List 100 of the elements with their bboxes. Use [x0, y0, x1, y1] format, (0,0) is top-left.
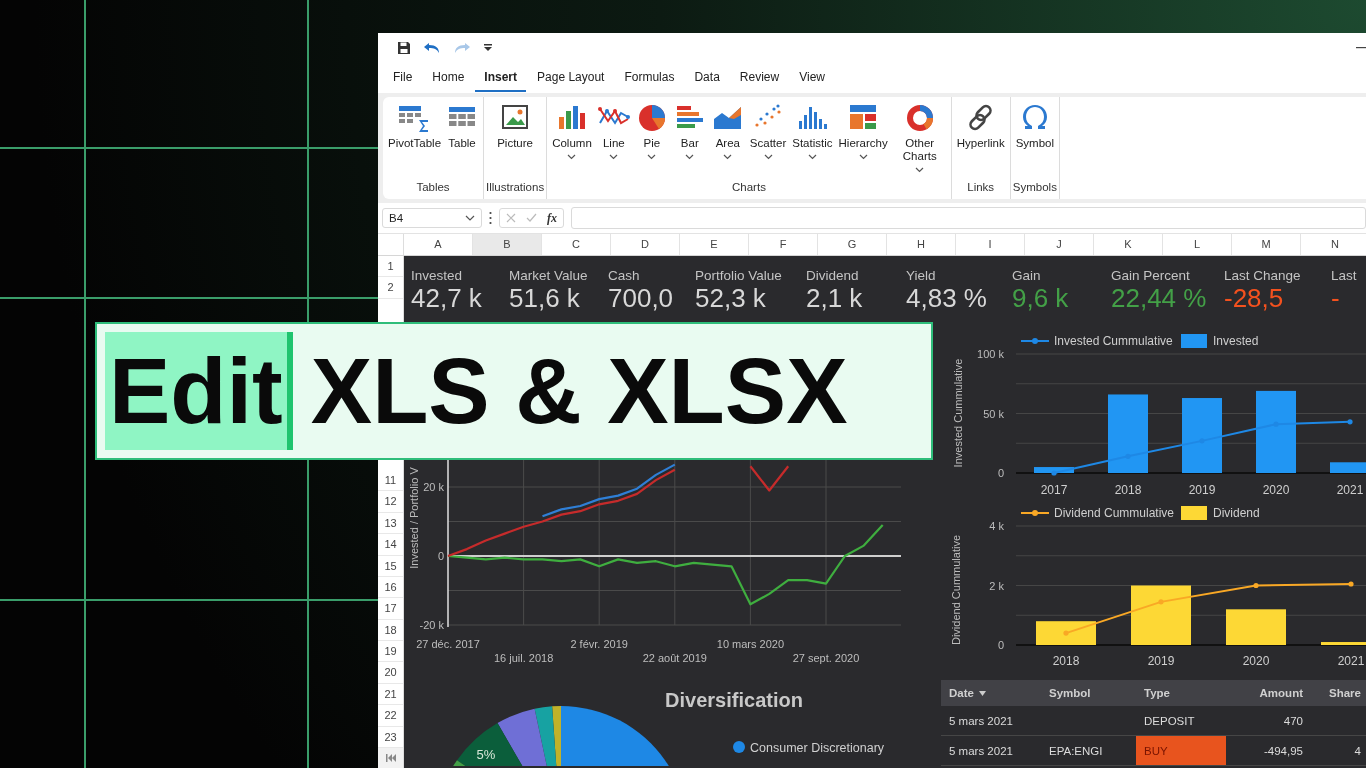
axis-tick-label: 2 k: [989, 579, 1004, 592]
caret-icon: [465, 215, 475, 221]
ribbon-button[interactable]: Picture: [494, 101, 536, 179]
ribbon-button[interactable]: Pie: [632, 101, 671, 179]
kpi-value: 700,0: [608, 283, 675, 313]
undo-icon[interactable]: [423, 41, 441, 55]
ribbon-button[interactable]: Area: [708, 101, 747, 179]
row-header[interactable]: 21: [378, 683, 403, 706]
row-header[interactable]: 20: [378, 662, 403, 684]
ribbon-button[interactable]: Hierarchy: [835, 101, 891, 179]
pivot-table-icon: [398, 103, 430, 133]
ribbon-button[interactable]: Table: [443, 101, 481, 179]
row-header[interactable]: 18: [378, 619, 403, 642]
axis-tick-label: 50 k: [983, 407, 1004, 420]
ribbon-button[interactable]: Other Charts: [890, 101, 949, 179]
column-heading[interactable]: Symbol: [1049, 687, 1091, 699]
column-header[interactable]: I: [956, 234, 1025, 255]
kpi-value: 9,6 k: [1012, 283, 1070, 313]
column-heading[interactable]: Amount: [1259, 687, 1303, 699]
axis-tick-label: 2021: [1337, 654, 1365, 668]
menu-tab[interactable]: Review: [730, 64, 789, 92]
chart-title: Diversification: [665, 689, 803, 711]
kpi-label: Portfolio Value: [695, 268, 783, 283]
kpi-label: Last Change: [1224, 268, 1302, 283]
kpi-label: Dividend: [806, 268, 860, 283]
column-header[interactable]: M: [1232, 234, 1301, 255]
row-header[interactable]: 1: [378, 256, 403, 278]
kpi-value: 42,7 k: [411, 283, 483, 313]
row-header[interactable]: 11: [378, 469, 403, 492]
kpi-label: Gain Percent: [1111, 268, 1191, 283]
column-header[interactable]: N: [1301, 234, 1366, 255]
menu-tab[interactable]: Page Layout: [528, 64, 614, 92]
drag-handle-icon[interactable]: [489, 211, 492, 225]
axis-tick-label: 10 mars 2020: [716, 638, 785, 650]
insert-function-button[interactable]: fx: [547, 210, 557, 226]
column-heading[interactable]: Date: [949, 687, 974, 699]
ribbon-button[interactable]: Statistic: [789, 101, 836, 179]
kpi-value: 2,1 k: [806, 283, 864, 313]
slice-label: 5%: [476, 747, 496, 762]
name-box[interactable]: B4: [382, 208, 482, 228]
row-header[interactable]: 17: [378, 598, 403, 620]
row-header[interactable]: 16: [378, 576, 403, 599]
column-header[interactable]: G: [818, 234, 887, 255]
group-label: Symbols: [1012, 181, 1057, 193]
group-label: Illustrations: [486, 181, 545, 193]
axis-tick-label: 2020: [1242, 654, 1270, 668]
first-sheet-icon[interactable]: [385, 754, 396, 762]
ribbon-button[interactable]: Bar: [670, 101, 709, 179]
column-header[interactable]: K: [1094, 234, 1163, 255]
column-header[interactable]: C: [542, 234, 611, 255]
sort-caret-icon[interactable]: [978, 690, 986, 696]
menu-tab[interactable]: Data: [685, 64, 729, 92]
ribbon-button[interactable]: Column: [549, 101, 595, 179]
column-header[interactable]: J: [1025, 234, 1094, 255]
column-heading[interactable]: Share: [1329, 687, 1361, 699]
ribbon-button[interactable]: Hyperlink: [953, 101, 1008, 179]
axis-tick-label: 22 août 2019: [642, 652, 707, 664]
column-header[interactable]: B: [473, 234, 542, 255]
row-header[interactable]: 13: [378, 512, 403, 535]
legend-label: Invested Cummulative: [1054, 334, 1173, 348]
kpi-value: -: [1331, 283, 1341, 313]
column-header[interactable]: H: [887, 234, 956, 255]
ribbon-button[interactable]: Scatter: [746, 101, 790, 179]
column-header[interactable]: L: [1163, 234, 1232, 255]
ribbon-button[interactable]: Symbol: [1012, 101, 1058, 179]
minimize-icon[interactable]: [1356, 46, 1366, 50]
menu-tab[interactable]: File: [384, 64, 422, 92]
menu-tab[interactable]: Insert: [475, 64, 527, 92]
highlighted-word: Edit: [105, 332, 293, 450]
row-header[interactable]: 19: [378, 641, 403, 663]
row-header[interactable]: 14: [378, 534, 403, 556]
table-cell: 5 mars 2021: [949, 714, 1013, 727]
table-cell: 4: [1354, 744, 1361, 757]
column-header[interactable]: E: [680, 234, 749, 255]
menu-tab[interactable]: View: [790, 64, 834, 92]
kpi-value: 22,44 %: [1111, 283, 1208, 313]
check-icon[interactable]: [526, 213, 537, 223]
banner-title: XLS & XLSX: [310, 338, 848, 444]
table-cell: DEPOSIT: [1144, 714, 1195, 727]
menu-tab[interactable]: Home: [423, 64, 474, 92]
bar: [1321, 642, 1366, 645]
row-header[interactable]: 2: [378, 277, 403, 299]
axis-tick-label: 0: [437, 550, 444, 562]
axis-tick-label: 2019: [1147, 654, 1175, 668]
row-header[interactable]: 12: [378, 491, 403, 513]
axis-tick-label: 2019: [1188, 483, 1216, 497]
column-header[interactable]: F: [749, 234, 818, 255]
column-heading[interactable]: Type: [1144, 687, 1170, 699]
save-icon[interactable]: [397, 41, 411, 55]
legend-label: Consumer Discretionary: [750, 741, 885, 755]
row-header[interactable]: 15: [378, 555, 403, 577]
column-header[interactable]: D: [611, 234, 680, 255]
row-header[interactable]: 22: [378, 705, 403, 727]
axis-tick-label: 100 k: [977, 348, 1004, 360]
formula-input[interactable]: [571, 207, 1366, 229]
ribbon-button[interactable]: Line: [594, 101, 633, 179]
caret-icon[interactable]: [483, 43, 493, 53]
bar: [1131, 585, 1191, 645]
ribbon-button[interactable]: PivotTable: [385, 101, 443, 179]
menu-tab[interactable]: Formulas: [615, 64, 684, 92]
